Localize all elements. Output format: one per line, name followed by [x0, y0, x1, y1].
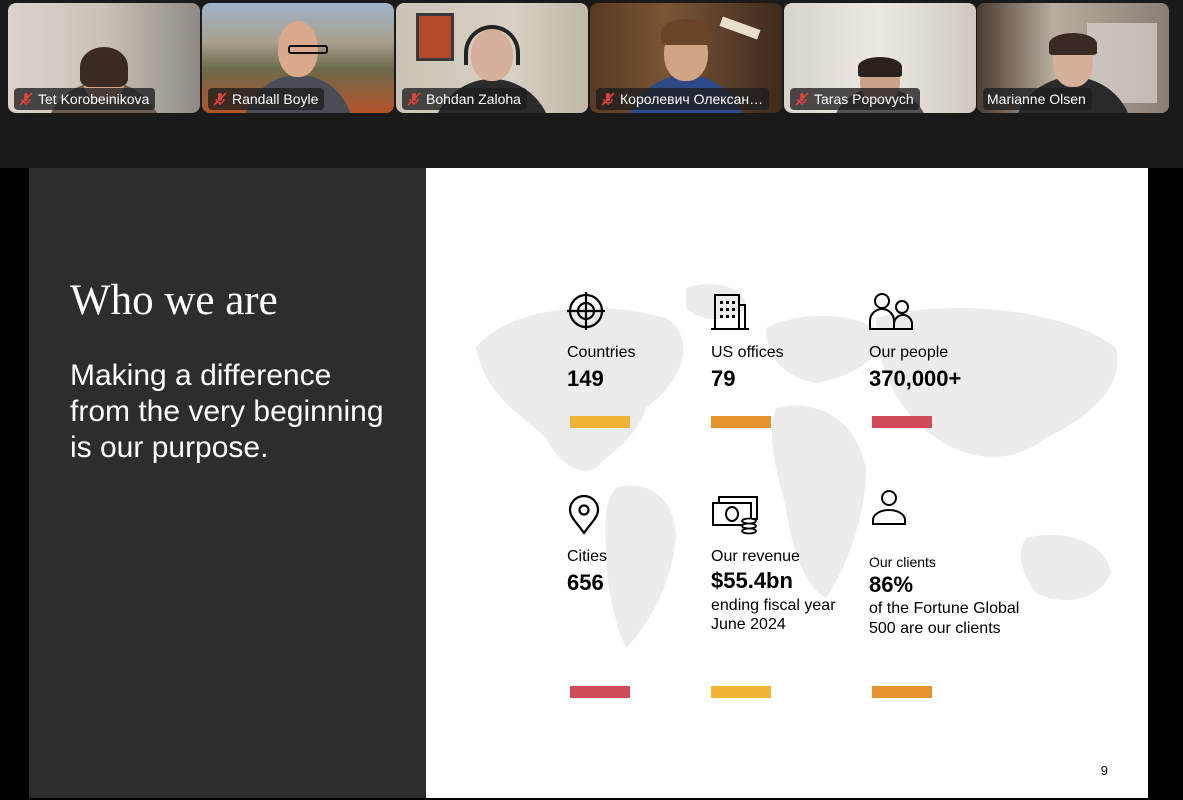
- accent-bar: [711, 686, 771, 698]
- participant-name: Королевич Олексан…: [620, 91, 764, 107]
- accent-bar: [872, 416, 932, 428]
- wall-painting: [416, 13, 454, 61]
- stat-note: ending fiscal year June 2024: [711, 597, 836, 633]
- participant-tile[interactable]: Королевич Олексан…: [590, 3, 782, 113]
- participant-tile[interactable]: Taras Popovych: [784, 3, 976, 113]
- participant-name-tag: Randall Boyle: [208, 88, 325, 110]
- muted-mic-icon: [19, 92, 33, 106]
- stat-note: of the Fortune Global 500 are our client…: [869, 600, 1020, 637]
- participant-name: Taras Popovych: [814, 91, 914, 107]
- stat-label: Our people: [869, 344, 949, 361]
- muted-mic-icon: [407, 92, 421, 106]
- stat-value: 79: [711, 366, 736, 391]
- participant-name: Marianne Olsen: [987, 91, 1086, 107]
- person-icon: [872, 490, 906, 525]
- muted-mic-icon: [213, 92, 227, 106]
- participant-tile[interactable]: Tet Korobeinikova: [8, 3, 200, 113]
- accent-bar: [872, 686, 932, 698]
- slide-right-panel: Countries 149 US offices 79 Our people 3…: [426, 168, 1148, 798]
- muted-mic-icon: [601, 92, 615, 106]
- money-stack-icon: [712, 496, 758, 535]
- participant-name: Randall Boyle: [232, 91, 319, 107]
- participant-tile-active-speaker[interactable]: Marianne Olsen: [977, 3, 1169, 113]
- location-pin-icon: [568, 495, 600, 535]
- participant-name-tag: Marianne Olsen: [983, 88, 1092, 110]
- accent-bar: [570, 416, 630, 428]
- slide-title: Who we are: [70, 277, 278, 324]
- accent-bar: [711, 416, 771, 428]
- stat-label: Countries: [567, 344, 636, 361]
- participant-name: Tet Korobeinikova: [38, 91, 150, 107]
- stat-value: 370,000+: [869, 366, 962, 391]
- participant-name-tag: Bohdan Zaloha: [402, 88, 527, 110]
- stat-label: US offices: [711, 344, 784, 361]
- office-building-icon: [711, 294, 749, 330]
- globe-crosshair-icon: [567, 292, 605, 330]
- participant-strip: Tet Korobeinikova Randall Boyle Bohdan Z…: [0, 0, 1183, 168]
- participant-name: Bohdan Zaloha: [426, 91, 521, 107]
- stat-value: $55.4bn: [711, 568, 793, 593]
- stat-label: Cities: [567, 548, 608, 565]
- people-icon: [869, 293, 913, 330]
- slide-subtitle: Making a difference from the very beginn…: [70, 359, 384, 464]
- accent-bar: [570, 686, 630, 698]
- stat-value: 656: [567, 570, 604, 595]
- letterbox: [1148, 168, 1183, 800]
- participant-tile[interactable]: Bohdan Zaloha: [396, 3, 588, 113]
- participant-name-tag: Tet Korobeinikova: [14, 88, 156, 110]
- stat-value: 86%: [869, 572, 914, 597]
- stat-label: Our clients: [869, 554, 936, 570]
- participant-tile[interactable]: Randall Boyle: [202, 3, 394, 113]
- participant-name-tag: Taras Popovych: [790, 88, 920, 110]
- slide-left-panel: Who we are Making a difference from the …: [29, 168, 426, 798]
- stat-label: Our revenue: [711, 548, 800, 565]
- participant-name-tag: Королевич Олексан…: [596, 88, 770, 110]
- slide-page-number: 9: [1100, 763, 1108, 778]
- glasses: [288, 45, 328, 54]
- muted-mic-icon: [795, 92, 809, 106]
- stat-value: 149: [567, 366, 604, 391]
